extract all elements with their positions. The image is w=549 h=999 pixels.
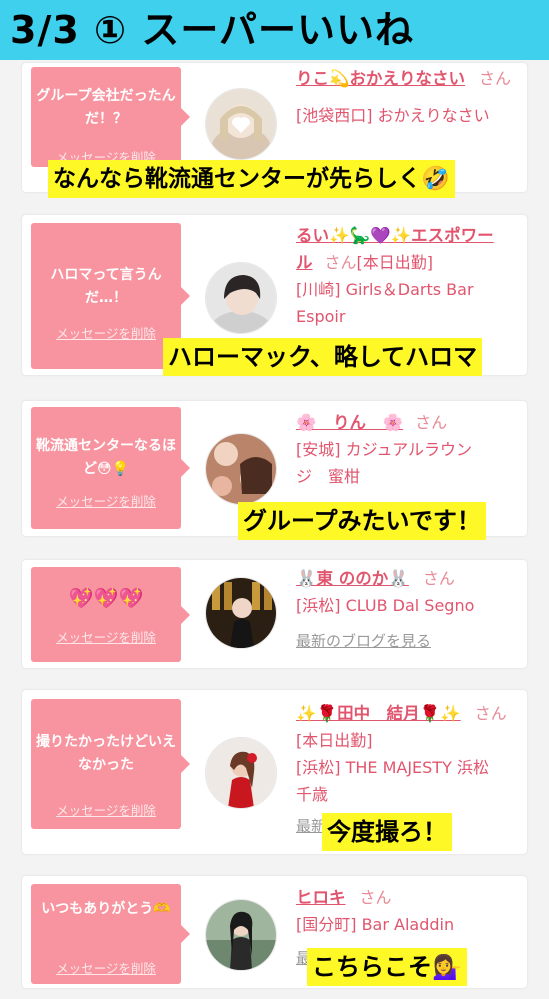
cast-name-link[interactable]: りこ💫おかえりなさい bbox=[296, 69, 465, 88]
latest-blog-link[interactable]: 最新のブログを見る bbox=[296, 632, 431, 650]
cast-name-link[interactable]: ヒロキ bbox=[296, 888, 346, 907]
shop-info: [池袋西口] おかえりなさい bbox=[296, 106, 490, 125]
shop-info-cont: Espoir bbox=[296, 307, 346, 326]
message-bubble: ハロマって言うんだ…！ メッセージを削除 bbox=[31, 223, 190, 369]
status-badge: [本日出勤] bbox=[356, 253, 434, 272]
cast-name-link[interactable]: 🌸 りん 🌸 bbox=[296, 413, 403, 432]
shop-info-cont: ジ 蜜柑 bbox=[296, 467, 361, 486]
avatar[interactable] bbox=[205, 262, 277, 334]
honorific: さん bbox=[415, 413, 448, 432]
shop-info: [浜松] CLUB Dal Segno bbox=[296, 596, 475, 615]
shop-info: [国分町] Bar Aladdin bbox=[296, 915, 455, 934]
banner-title: 3/3 ① スーパーいいね bbox=[10, 8, 415, 52]
honorific: さん bbox=[474, 704, 507, 723]
message-bubble: 撮りたかったけどいえなかった メッセージを削除 bbox=[31, 699, 190, 829]
message-text: 靴流通センターなるほど😳💡 bbox=[36, 438, 176, 477]
caption-overlay: ハローマック、略してハロマ bbox=[163, 338, 483, 376]
caption-overlay: グループみたいです！ bbox=[238, 502, 486, 540]
cast-name-link[interactable]: 🐰東 ののか🐰 bbox=[296, 569, 409, 588]
message-text: 撮りたかったけどいえなかった bbox=[36, 734, 176, 773]
shop-info: [川崎] Girls＆Darts Bar bbox=[296, 280, 474, 299]
message-bubble: いつもありがとう🫶 メッセージを削除 bbox=[31, 884, 190, 984]
cast-name-link-cont[interactable]: ル bbox=[296, 253, 313, 272]
delete-message-link[interactable]: メッセージを削除 bbox=[31, 323, 181, 342]
delete-message-link[interactable]: メッセージを削除 bbox=[31, 491, 181, 510]
caption-overlay: なんなら靴流通センターが先らしく🤣 bbox=[48, 160, 455, 198]
delete-message-link[interactable]: メッセージを削除 bbox=[31, 958, 181, 977]
avatar[interactable] bbox=[205, 433, 277, 505]
delete-message-link[interactable]: メッセージを削除 bbox=[31, 627, 181, 646]
delete-message-link[interactable]: メッセージを削除 bbox=[31, 800, 181, 819]
message-bubble: 💖💖💖 メッセージを削除 bbox=[31, 567, 190, 662]
caption-overlay: 今度撮ろ！ bbox=[322, 813, 452, 851]
message-text: 💖💖💖 bbox=[68, 586, 144, 610]
message-bubble: 靴流通センターなるほど😳💡 メッセージを削除 bbox=[31, 407, 190, 529]
honorific: さん bbox=[479, 69, 512, 88]
message-text: グループ会社だったんだ！？ bbox=[36, 88, 176, 127]
cast-name-link[interactable]: ✨🌹田中 結月🌹✨ bbox=[296, 704, 461, 723]
honorific: さん bbox=[324, 253, 357, 272]
message-text: ハロマって言うんだ…！ bbox=[50, 267, 162, 306]
honorific: さん bbox=[359, 888, 392, 907]
caption-overlay: こちらこそ💁‍♀️ bbox=[307, 948, 467, 986]
honorific: さん bbox=[422, 569, 455, 588]
message-bubble: グループ会社だったんだ！？ メッセージを削除 bbox=[31, 67, 190, 167]
status-badge: [本日出勤] bbox=[296, 731, 373, 750]
cast-name-link[interactable]: るい✨🦕💜✨エスポワー bbox=[296, 226, 494, 245]
shop-info: [浜松] THE MAJESTY 浜松 bbox=[296, 758, 489, 777]
avatar[interactable] bbox=[205, 899, 277, 971]
avatar[interactable] bbox=[205, 737, 277, 809]
shop-info: [安城] カジュアルラウン bbox=[296, 440, 472, 459]
avatar[interactable] bbox=[205, 577, 277, 649]
top-banner: 3/3 ① スーパーいいね bbox=[0, 0, 549, 60]
message-text: いつもありがとう🫶 bbox=[41, 901, 171, 917]
card-nonoka: 💖💖💖 メッセージを削除 🐰東 ののか🐰 さん [浜松] CLUB Dal Seg… bbox=[22, 560, 527, 668]
shop-info-cont: 千歳 bbox=[296, 785, 329, 804]
avatar[interactable] bbox=[205, 88, 277, 160]
